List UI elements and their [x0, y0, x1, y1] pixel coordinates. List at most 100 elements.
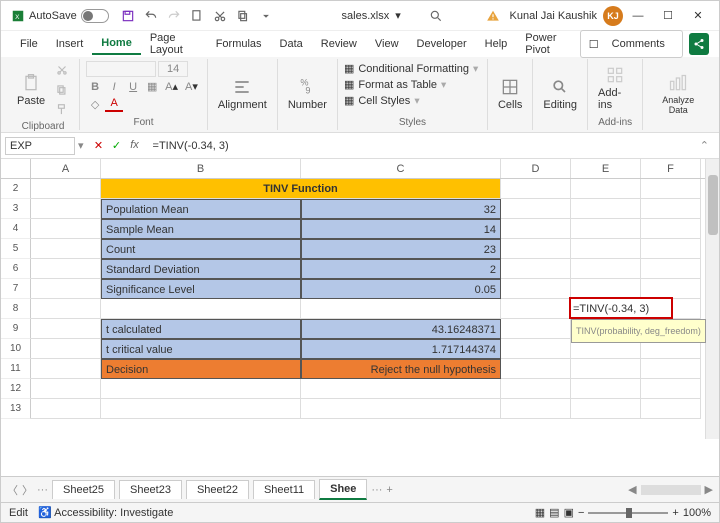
font-size-select[interactable]: 14: [158, 61, 188, 77]
menu-home[interactable]: Home: [92, 33, 141, 55]
select-all-corner[interactable]: [1, 159, 31, 178]
cell-c7[interactable]: 0.05: [301, 279, 501, 299]
tab-sheet25[interactable]: Sheet25: [52, 480, 115, 499]
menu-file[interactable]: File: [11, 34, 47, 54]
cell-c11[interactable]: Reject the null hypothesis: [301, 359, 501, 379]
view-page-icon[interactable]: ▤: [549, 506, 559, 519]
accessibility-status[interactable]: ♿ Accessibility: Investigate: [38, 506, 173, 519]
formula-editing-box[interactable]: =TINV(-0.34, 3): [569, 297, 673, 319]
filename-dropdown-icon[interactable]: ▾: [395, 9, 401, 22]
cut-icon[interactable]: [211, 7, 229, 25]
cell-c5[interactable]: 23: [301, 239, 501, 259]
tab-sheet11[interactable]: Sheet11: [253, 480, 315, 499]
horiz-scrollbar[interactable]: [641, 485, 701, 495]
underline-button[interactable]: U: [124, 79, 142, 94]
conditional-formatting-button[interactable]: ▦Conditional Formatting ▾: [344, 61, 478, 76]
warning-icon[interactable]: [484, 7, 502, 25]
formula-input[interactable]: =TINV(-0.34, 3): [147, 138, 700, 154]
search-icon[interactable]: [427, 7, 445, 25]
font-decrease-button[interactable]: A▾: [182, 79, 201, 94]
horiz-scroll-right-icon[interactable]: ▶: [705, 483, 713, 496]
redo-icon[interactable]: [165, 7, 183, 25]
view-normal-icon[interactable]: ▦: [535, 506, 545, 519]
horiz-scroll-left-icon[interactable]: ◀: [628, 483, 636, 496]
col-header-c[interactable]: C: [301, 159, 501, 178]
cell-c3[interactable]: 32: [301, 199, 501, 219]
maximize-button[interactable]: ☐: [653, 4, 683, 28]
table-title[interactable]: TINV Function: [101, 179, 501, 199]
col-header-b[interactable]: B: [101, 159, 301, 178]
col-header-e[interactable]: E: [571, 159, 641, 178]
autosave-toggle[interactable]: AutoSave: [29, 9, 109, 23]
font-increase-button[interactable]: A▴: [162, 79, 181, 94]
undo-icon[interactable]: [142, 7, 160, 25]
zoom-level[interactable]: 100%: [683, 507, 711, 519]
minimize-button[interactable]: —: [623, 4, 653, 28]
menu-pagelayout[interactable]: Page Layout: [141, 28, 207, 60]
expand-formula-icon[interactable]: ⌃: [700, 139, 715, 152]
fill-color-button[interactable]: ◇: [86, 96, 104, 112]
col-header-a[interactable]: A: [31, 159, 101, 178]
cell-b7[interactable]: Significance Level: [101, 279, 301, 299]
filename-text[interactable]: sales.xlsx: [342, 10, 390, 22]
cut-ribbon-icon[interactable]: [53, 61, 71, 79]
menu-review[interactable]: Review: [312, 34, 366, 54]
border-button[interactable]: ▦: [143, 79, 161, 94]
cell-b3[interactable]: Population Mean: [101, 199, 301, 219]
paste-button[interactable]: Paste: [13, 71, 49, 109]
cell-b9[interactable]: t calculated: [101, 319, 301, 339]
cell-b5[interactable]: Count: [101, 239, 301, 259]
menu-powerpivot[interactable]: Power Pivot: [516, 28, 580, 60]
cell-c9[interactable]: 43.16248371: [301, 319, 501, 339]
font-color-button[interactable]: A: [105, 96, 123, 112]
cell-e8-active[interactable]: =TINV(-0.34, 3)TINV(probability, deg_fre…: [571, 299, 641, 319]
user-avatar[interactable]: KJ: [603, 6, 623, 26]
cancel-formula-icon[interactable]: ✕: [91, 139, 107, 152]
save-icon[interactable]: [119, 7, 137, 25]
analyze-button[interactable]: Analyze Data: [649, 71, 707, 117]
enter-formula-icon[interactable]: ✓: [109, 139, 125, 152]
cell-c4[interactable]: 14: [301, 219, 501, 239]
tab-more-right-icon[interactable]: ···: [371, 484, 382, 496]
name-box[interactable]: EXP: [5, 137, 75, 155]
bold-button[interactable]: B: [86, 79, 104, 94]
qat-dropdown-icon[interactable]: [257, 7, 275, 25]
menu-view[interactable]: View: [366, 34, 408, 54]
close-button[interactable]: ✕: [683, 4, 713, 28]
cell-c10[interactable]: 1.717144374: [301, 339, 501, 359]
zoom-slider[interactable]: [588, 512, 668, 514]
cell-b6[interactable]: Standard Deviation: [101, 259, 301, 279]
view-break-icon[interactable]: ▣: [564, 506, 574, 519]
copy-icon[interactable]: [234, 7, 252, 25]
menu-data[interactable]: Data: [271, 34, 312, 54]
tab-more-left-icon[interactable]: ···: [37, 484, 48, 496]
fx-icon[interactable]: fx: [127, 139, 143, 152]
menu-help[interactable]: Help: [476, 34, 517, 54]
zoom-out-icon[interactable]: −: [578, 507, 584, 519]
new-icon[interactable]: [188, 7, 206, 25]
cell-b10[interactable]: t critical value: [101, 339, 301, 359]
formatpainter-icon[interactable]: [53, 101, 71, 119]
col-header-d[interactable]: D: [501, 159, 571, 178]
tab-nav-first-icon[interactable]: 〈: [7, 482, 18, 498]
menu-developer[interactable]: Developer: [408, 34, 476, 54]
namebox-dropdown-icon[interactable]: ▾: [75, 139, 87, 152]
new-sheet-icon[interactable]: +: [386, 484, 392, 496]
vertical-scrollbar[interactable]: [705, 159, 719, 439]
menu-insert[interactable]: Insert: [47, 34, 93, 54]
comments-button[interactable]: ☐ Comments: [580, 30, 683, 58]
format-table-button[interactable]: ▦Format as Table ▾: [344, 77, 446, 92]
share-button[interactable]: [689, 33, 709, 55]
toggle-switch[interactable]: [81, 9, 109, 23]
menu-formulas[interactable]: Formulas: [207, 34, 271, 54]
col-header-f[interactable]: F: [641, 159, 701, 178]
cell-styles-button[interactable]: ▦Cell Styles ▾: [344, 93, 420, 108]
font-name-select[interactable]: [86, 61, 156, 77]
italic-button[interactable]: I: [105, 79, 123, 94]
copy-ribbon-icon[interactable]: [53, 81, 71, 99]
cells-button[interactable]: Cells: [494, 75, 526, 113]
tab-nav-prev-icon[interactable]: 〉: [22, 482, 33, 498]
tab-active[interactable]: Shee: [319, 479, 367, 500]
cell-b11[interactable]: Decision: [101, 359, 301, 379]
cell-c6[interactable]: 2: [301, 259, 501, 279]
